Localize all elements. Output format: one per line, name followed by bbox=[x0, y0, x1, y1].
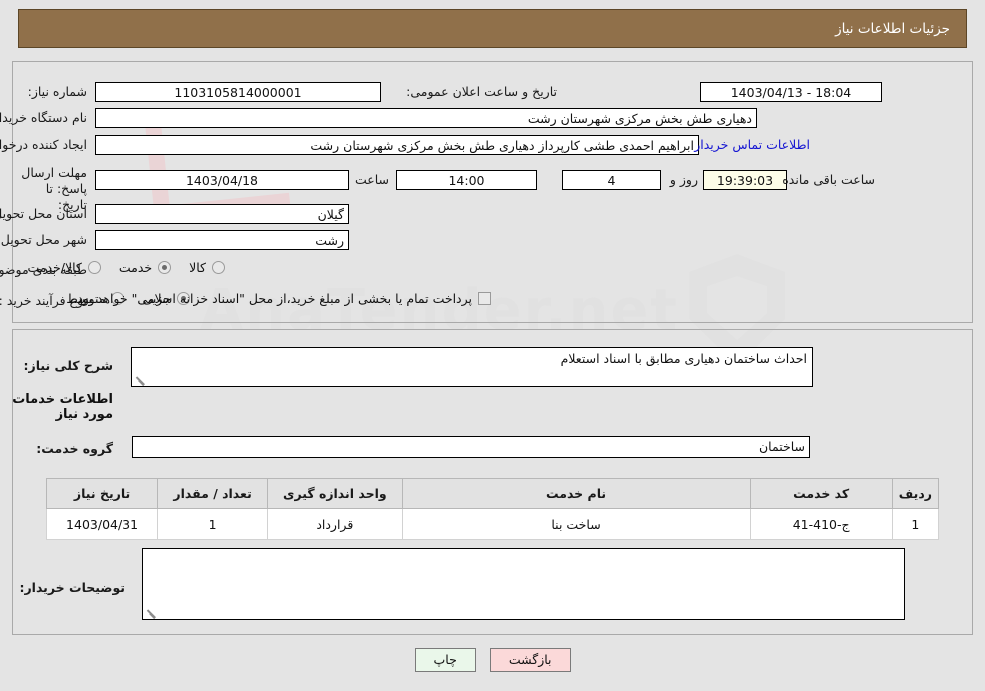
days-remaining-value: 4 bbox=[562, 170, 661, 190]
cell-need-date: 1403/04/31 bbox=[45, 508, 159, 540]
city-value: رشت bbox=[95, 230, 349, 250]
table-header-unit: واحد اندازه گیری bbox=[267, 478, 403, 509]
city-label: شهر محل تحویل: bbox=[0, 232, 87, 247]
buyer-org-label: نام دستگاه خریدار: bbox=[0, 110, 87, 125]
description-label: شرح کلی نیاز: bbox=[23, 358, 113, 373]
resize-grip-icon[interactable] bbox=[134, 373, 146, 385]
page-title: جزئیات اطلاعات نیاز bbox=[835, 20, 950, 37]
remaining-suffix-label: ساعت باقی مانده bbox=[782, 172, 875, 187]
buyer-notes-textarea[interactable] bbox=[142, 548, 905, 620]
table-header-service-code: کد خدمت bbox=[749, 478, 893, 509]
treasury-checkbox[interactable] bbox=[478, 292, 491, 305]
cell-service-name: ساخت بنا bbox=[401, 508, 751, 540]
description-textarea[interactable]: احداث ساختمان دهیاری مطابق با اسناد استع… bbox=[131, 347, 813, 387]
buyer-notes-label: توضیحات خریدار: bbox=[19, 580, 125, 595]
need-number-label: شماره نیاز: bbox=[27, 84, 87, 99]
table-header-row-index: ردیف bbox=[891, 478, 940, 509]
action-button-row: بازگشت چاپ bbox=[0, 648, 985, 672]
resize-grip-icon-notes[interactable] bbox=[145, 606, 157, 618]
buyer-contact-link[interactable]: اطلاعات تماس خریدار bbox=[694, 137, 810, 152]
deadline-date-value: 1403/04/18 bbox=[95, 170, 349, 190]
countdown-value: 19:39:03 bbox=[703, 170, 787, 190]
page-title-bar: جزئیات اطلاعات نیاز bbox=[18, 9, 967, 48]
radio-category-kala[interactable] bbox=[212, 261, 225, 274]
service-group-value: ساختمان bbox=[132, 436, 810, 458]
province-value: گیلان bbox=[95, 204, 349, 224]
days-and-label: روز و bbox=[669, 172, 698, 187]
cell-unit: قرارداد bbox=[267, 508, 403, 540]
back-button[interactable]: بازگشت bbox=[489, 648, 571, 672]
table-header-service-name: نام خدمت bbox=[401, 478, 751, 509]
table-header-row: ردیف کد خدمت نام خدمت واحد اندازه گیری ت… bbox=[45, 478, 940, 509]
table-row: 1 ج-410-41 ساخت بنا قرارداد 1 1403/04/31 bbox=[45, 508, 940, 540]
radio-category-khedmat[interactable] bbox=[158, 261, 172, 274]
cell-quantity: 1 bbox=[157, 508, 269, 540]
services-section-title: اطلاعات خدمات مورد نیاز bbox=[12, 392, 113, 422]
radio-category-khedmat-label: خدمت bbox=[118, 260, 153, 275]
radio-category-kala-khedmat-label: کالا/خدمت bbox=[27, 260, 82, 275]
table-header-need-date: تاریخ نیاز bbox=[45, 478, 159, 509]
buyer-org-value: دهیاری طش بخش مرکزی شهرستان رشت bbox=[95, 108, 757, 128]
announce-date-value: 18:04 - 1403/04/13 bbox=[700, 82, 882, 102]
requester-label: ایجاد کننده درخواست: bbox=[0, 137, 87, 152]
need-number-value: 1103105814000001 bbox=[95, 82, 381, 102]
treasury-note-label: پرداخت تمام یا بخشی از مبلغ خرید،از محل … bbox=[73, 291, 472, 306]
treasury-note-group: پرداخت تمام یا بخشی از مبلغ خرید،از محل … bbox=[73, 291, 491, 306]
services-table: ردیف کد خدمت نام خدمت واحد اندازه گیری ت… bbox=[45, 478, 940, 540]
page-root: AnaTender.net جزئیات اطلاعات نیاز شماره … bbox=[0, 0, 985, 691]
cell-row-index: 1 bbox=[891, 508, 940, 540]
deadline-time-value: 14:00 bbox=[396, 170, 537, 190]
cell-service-code: ج-410-41 bbox=[749, 508, 893, 540]
requester-value: ابراهیم احمدی طشی کارپرداز دهیاری طش بخش… bbox=[95, 135, 699, 155]
description-value: احداث ساختمان دهیاری مطابق با اسناد استع… bbox=[560, 351, 807, 366]
announce-date-label: تاریخ و ساعت اعلان عمومی: bbox=[406, 84, 557, 99]
deadline-hour-label: ساعت bbox=[354, 172, 389, 187]
print-button[interactable]: چاپ bbox=[414, 648, 476, 672]
service-group-label: گروه خدمت: bbox=[36, 441, 113, 456]
radio-category-kala-khedmat[interactable] bbox=[87, 261, 101, 274]
table-header-quantity: تعداد / مقدار bbox=[157, 478, 269, 509]
radio-category-kala-label: کالا bbox=[189, 260, 206, 275]
category-radio-group: کالا خدمت کالا/خدمت bbox=[9, 260, 225, 275]
province-label: استان محل تحویل: bbox=[0, 206, 87, 221]
